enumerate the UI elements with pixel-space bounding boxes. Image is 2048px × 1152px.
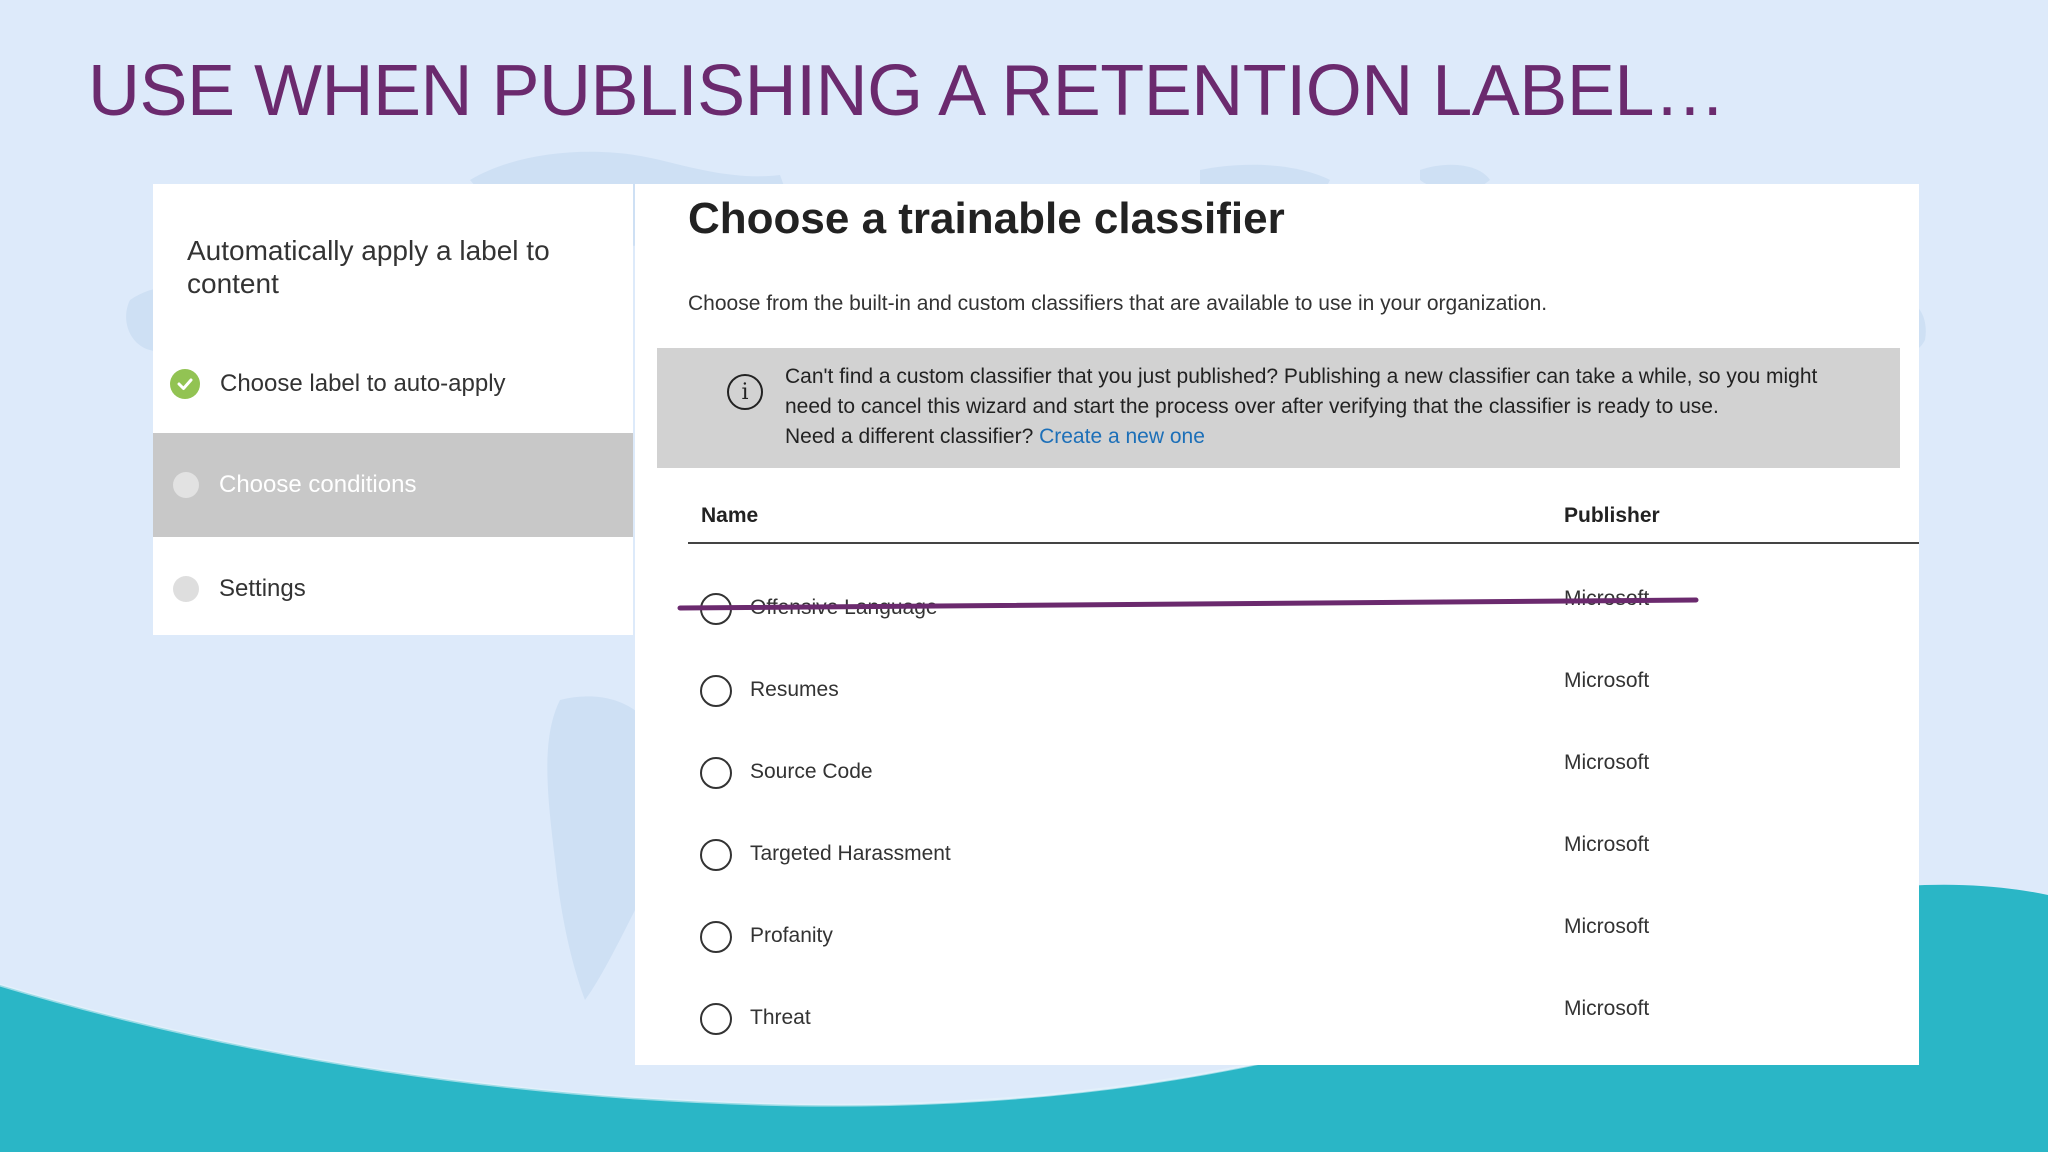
table-header: Name Publisher: [688, 504, 1919, 544]
radio-button[interactable]: [700, 757, 732, 789]
classifier-publisher: Microsoft: [1564, 997, 1650, 1020]
classifier-name: Source Code: [750, 760, 873, 783]
table-row[interactable]: Targeted Harassment Microsoft: [688, 833, 1919, 921]
info-question: Need a different classifier?: [785, 425, 1034, 448]
classifier-panel: Choose a trainable classifier Choose fro…: [635, 184, 1919, 1065]
info-message-bar: i Can't find a custom classifier that yo…: [657, 348, 1900, 468]
info-line: need to cancel this wizard and start the…: [785, 395, 1719, 418]
classifier-publisher: Microsoft: [1564, 833, 1650, 856]
table-row[interactable]: Profanity Microsoft: [688, 915, 1919, 1003]
wizard-heading: Automatically apply a label to content: [187, 235, 550, 299]
step-dot-icon: [173, 576, 199, 602]
radio-button[interactable]: [700, 1003, 732, 1035]
classifier-name: Offensive Language: [750, 596, 938, 619]
table-row[interactable]: Source Code Microsoft: [688, 751, 1919, 839]
slide-title: USE WHEN PUBLISHING A RETENTION LABEL…: [88, 51, 1726, 131]
classifier-name: Profanity: [750, 924, 833, 947]
classifier-publisher: Microsoft: [1564, 587, 1650, 610]
classifier-name: Threat: [750, 1006, 811, 1029]
page-title: Choose a trainable classifier: [688, 194, 1285, 243]
classifier-publisher: Microsoft: [1564, 915, 1650, 938]
wizard-step-settings[interactable]: Settings: [153, 537, 633, 641]
wizard-step-label: Choose conditions: [219, 471, 417, 498]
column-header-name[interactable]: Name: [701, 504, 758, 528]
step-dot-icon: [173, 472, 199, 498]
info-message-text: Can't find a custom classifier that you …: [785, 362, 1885, 452]
radio-button[interactable]: [700, 921, 732, 953]
radio-button[interactable]: [700, 675, 732, 707]
radio-button[interactable]: [700, 839, 732, 871]
checkmark-icon: [170, 369, 200, 399]
info-line: Need a different classifier? Create a ne…: [785, 422, 1885, 452]
wizard-step-label: Settings: [219, 575, 306, 602]
classifier-name: Resumes: [750, 678, 839, 701]
wizard-step-choose-conditions[interactable]: Choose conditions: [153, 433, 633, 537]
table-row[interactable]: Threat Microsoft: [688, 997, 1919, 1085]
table-row[interactable]: Offensive Language Microsoft: [688, 587, 1919, 675]
classifier-publisher: Microsoft: [1564, 751, 1650, 774]
page-description: Choose from the built-in and custom clas…: [688, 292, 1548, 315]
info-icon: i: [727, 374, 763, 410]
info-line: Can't find a custom classifier that you …: [785, 365, 1818, 388]
radio-button[interactable]: [700, 593, 732, 625]
wizard-step-label: Choose label to auto-apply: [220, 370, 506, 397]
classifier-publisher: Microsoft: [1564, 669, 1650, 692]
wizard-step-choose-label[interactable]: Choose label to auto-apply: [153, 332, 633, 436]
create-new-classifier-link[interactable]: Create a new one: [1039, 425, 1205, 448]
column-header-publisher[interactable]: Publisher: [1564, 504, 1660, 528]
classifier-name: Targeted Harassment: [750, 842, 951, 865]
table-row[interactable]: Resumes Microsoft: [688, 669, 1919, 757]
